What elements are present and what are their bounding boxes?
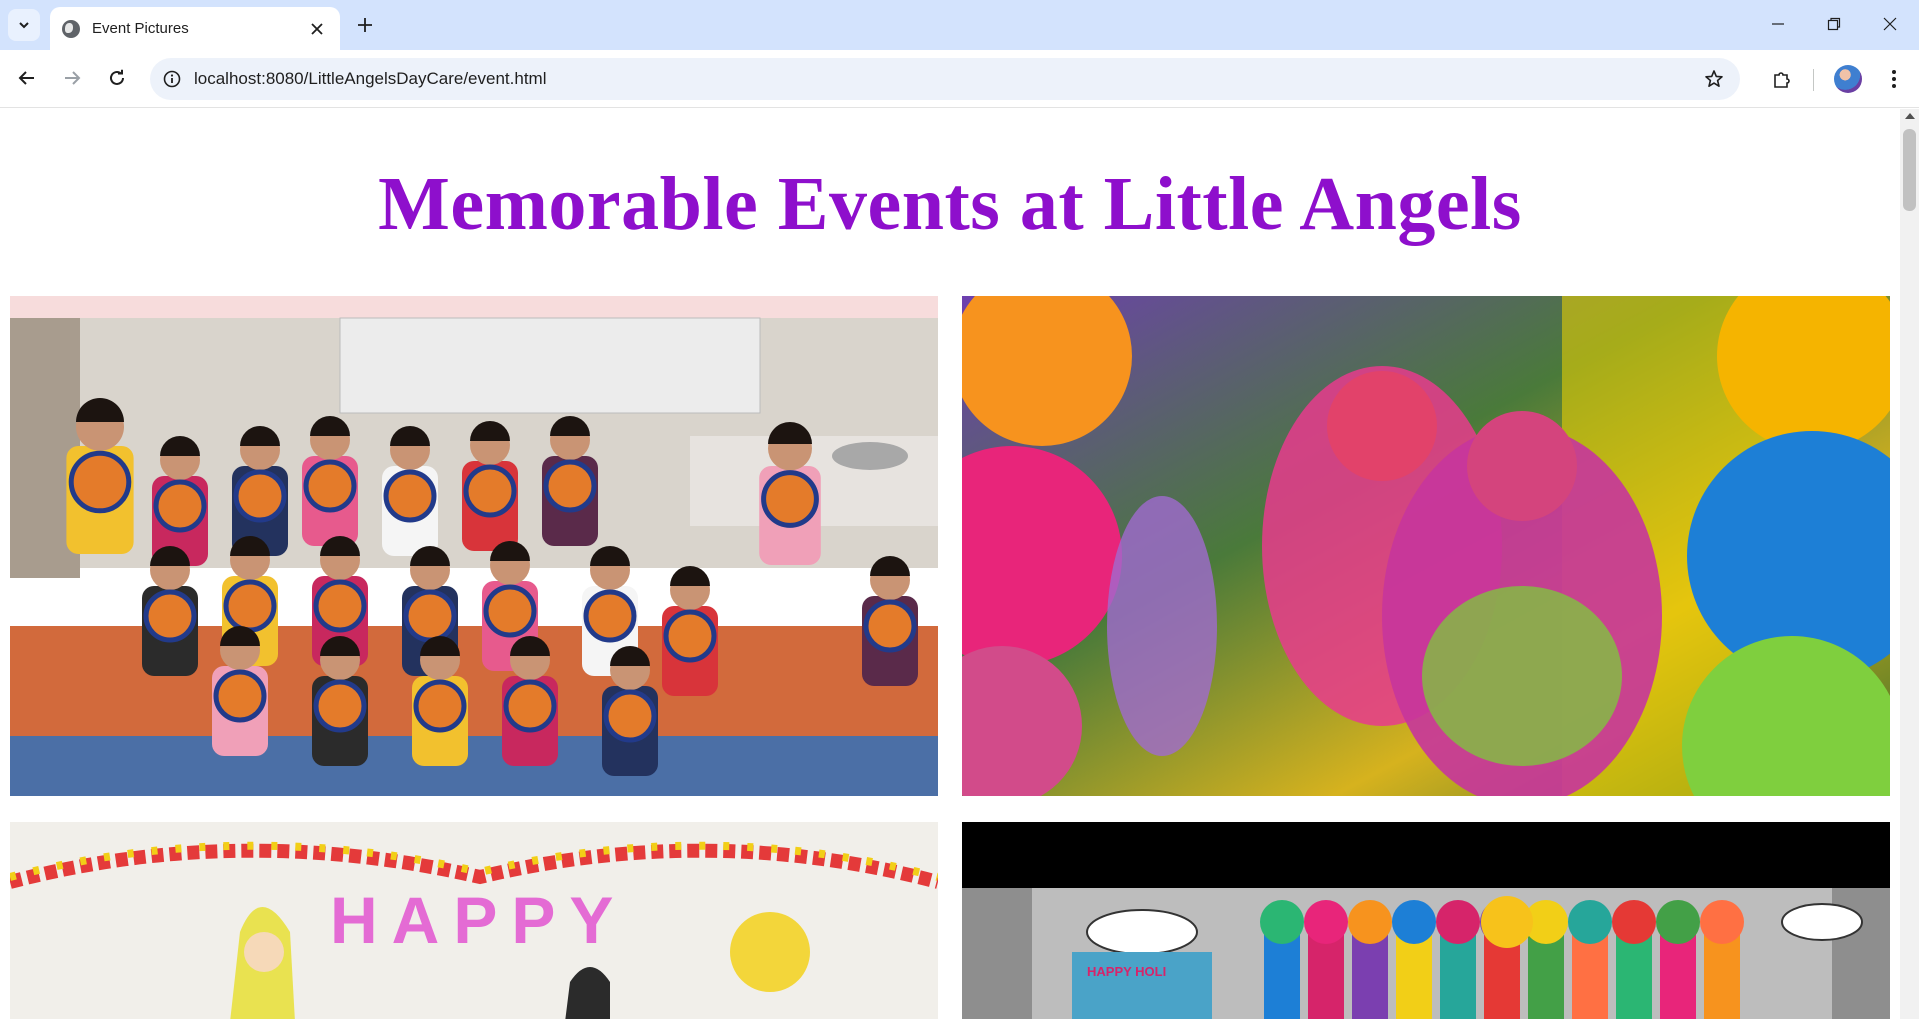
event-photo-happy-banner: HAPPY	[10, 822, 938, 1019]
stage-banner-text: HAPPY HOLI	[1087, 964, 1167, 979]
minimize-button[interactable]	[1750, 0, 1806, 48]
profile-button[interactable]	[1830, 61, 1866, 97]
toolbar-separator	[1813, 69, 1814, 91]
event-photo-craft-class	[10, 296, 938, 796]
browser-toolbar: localhost:8080/LittleAngelsDayCare/event…	[0, 50, 1919, 108]
menu-button[interactable]	[1876, 61, 1912, 97]
new-tab-button[interactable]	[350, 10, 380, 40]
url-text[interactable]: localhost:8080/LittleAngelsDayCare/event…	[194, 69, 1696, 89]
arrow-left-icon	[18, 71, 34, 85]
plus-icon	[358, 18, 372, 32]
tab-title: Event Pictures	[92, 20, 189, 37]
chevron-down-icon	[19, 22, 29, 29]
restore-button[interactable]	[1806, 0, 1862, 48]
forward-button[interactable]	[55, 61, 89, 95]
scrollbar-thumb[interactable]	[1903, 129, 1916, 211]
arrow-right-icon	[65, 71, 81, 85]
active-tab[interactable]: Event Pictures	[50, 7, 340, 50]
minimize-icon	[1772, 23, 1784, 25]
bookmark-button[interactable]	[1696, 61, 1732, 97]
kebab-icon	[1892, 70, 1896, 88]
page-scrollbar[interactable]	[1900, 109, 1919, 1019]
address-bar[interactable]: localhost:8080/LittleAngelsDayCare/event…	[150, 58, 1740, 100]
page-viewport: Memorable Events at Little Angels HAPPY …	[0, 109, 1900, 1019]
tab-close-button[interactable]	[306, 18, 328, 40]
window-close-button[interactable]	[1862, 0, 1918, 48]
info-icon	[163, 70, 181, 88]
banner-happy-text: HAPPY	[330, 883, 628, 957]
event-photo-holi-colors	[962, 296, 1890, 796]
tab-search-button[interactable]	[8, 9, 40, 41]
extensions-button[interactable]	[1764, 61, 1800, 97]
back-button[interactable]	[10, 61, 44, 95]
globe-icon	[62, 19, 80, 38]
close-icon	[1883, 17, 1897, 31]
scroll-up-arrow-icon[interactable]	[1905, 113, 1915, 119]
reload-icon	[110, 69, 124, 85]
avatar	[1834, 65, 1862, 93]
restore-icon	[1827, 17, 1841, 31]
page-title: Memorable Events at Little Angels	[378, 162, 1522, 246]
site-info-button[interactable]	[156, 63, 188, 95]
tab-strip: Event Pictures	[0, 0, 1919, 50]
event-photo-happy-holi-stage: HAPPY HOLI	[962, 822, 1890, 1019]
star-icon	[1705, 70, 1723, 87]
puzzle-icon	[1774, 72, 1790, 88]
close-icon	[311, 22, 323, 35]
reload-button[interactable]	[100, 61, 134, 95]
